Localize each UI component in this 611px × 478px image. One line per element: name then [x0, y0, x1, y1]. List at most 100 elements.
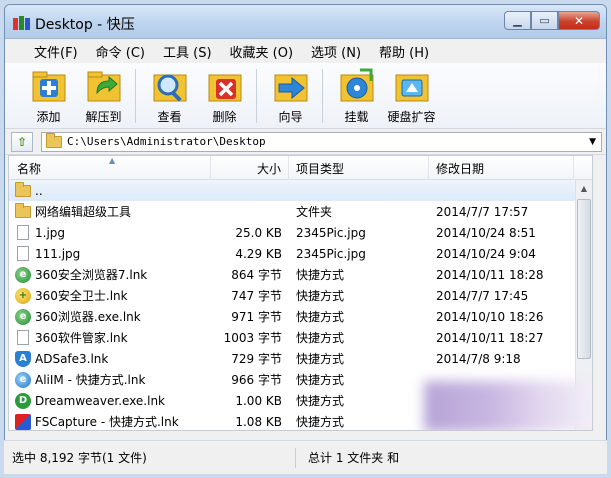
add-label: 添加	[36, 110, 61, 124]
file-name-cell: FSCapture - 快捷方式.lnk	[9, 411, 211, 430]
file-date: 2014/7/8 9:18	[436, 351, 521, 366]
menu-options[interactable]: 选项 (N)	[302, 42, 370, 61]
file-date: 2014/10/11 18:28	[436, 267, 544, 282]
menu-bar: 文件(F) 命令 (C) 工具 (S) 收藏夹 (O) 选项 (N) 帮助 (H…	[5, 39, 606, 63]
file-type: 快捷方式	[296, 394, 345, 408]
status-bar: 选中 8,192 字节(1 文件) 总计 1 文件夹 和	[4, 440, 607, 474]
disk-expand-button[interactable]: 硬盘扩容	[384, 67, 439, 125]
file-type: 快捷方式	[296, 268, 345, 282]
column-date[interactable]: 修改日期	[429, 156, 574, 180]
mount-icon	[340, 68, 373, 102]
toolbar-separator	[322, 69, 323, 123]
file-name: ADSafe3.lnk	[35, 351, 109, 366]
file-name-cell: +360安全卫士.lnk	[9, 285, 211, 306]
disk-expand-icon	[395, 74, 428, 102]
file-name: AliIM - 快捷方式.lnk	[35, 373, 146, 387]
status-total: 总计 1 文件夹 和	[308, 451, 400, 465]
add-icon	[32, 71, 65, 102]
menu-file[interactable]: 文件(F)	[25, 42, 87, 61]
menu-help[interactable]: 帮助 (H)	[370, 42, 438, 61]
file-size	[211, 180, 289, 201]
file-size: 25.0 KB	[235, 225, 282, 240]
column-type[interactable]: 项目类型	[289, 156, 429, 180]
view-label: 查看	[157, 110, 182, 124]
file-list: 名称 大小 项目类型 修改日期 ▲ .. 网络编辑超级工具 文件夹 2014/7/7 …	[8, 155, 593, 431]
file-name-cell: 360软件管家.lnk	[9, 327, 211, 348]
view-button[interactable]: 查看	[142, 67, 197, 125]
dw-icon: D	[15, 392, 31, 409]
ie-icon: e	[15, 266, 31, 283]
mount-button[interactable]: 挂载	[329, 67, 384, 125]
file-size: 747 字节	[231, 289, 282, 303]
extract-label: 解压到	[85, 110, 122, 124]
add-button[interactable]: 添加	[21, 67, 76, 125]
file-size: 4.29 KB	[235, 246, 282, 261]
table-row[interactable]: ..	[9, 180, 592, 201]
mount-label: 挂载	[344, 110, 369, 124]
folder-icon	[15, 181, 31, 199]
file-name-cell: 1.jpg	[9, 222, 211, 243]
view-icon	[153, 74, 186, 102]
folder-icon	[46, 132, 62, 148]
table-row[interactable]: A ADSafe3.lnk 729 字节 快捷方式 2014/7/8 9:18	[9, 348, 592, 369]
window-title: Desktop - 快压	[35, 17, 135, 33]
file-type: 2345Pic.jpg	[296, 246, 366, 261]
file-name-cell: A ADSafe3.lnk	[9, 348, 211, 369]
file-date: 2014/10/24 9:04	[436, 246, 536, 261]
file-name-cell: D Dreamweaver.exe.lnk	[9, 390, 211, 411]
document-icon	[17, 330, 29, 345]
menu-command[interactable]: 命令 (C)	[87, 42, 154, 61]
menu-favorites[interactable]: 收藏夹 (O)	[221, 42, 303, 61]
column-size[interactable]: 大小	[211, 156, 289, 180]
table-row[interactable]: 360软件管家.lnk 1003 字节 快捷方式 2014/10/11 18:27	[9, 327, 592, 348]
file-name: 360安全卫士.lnk	[35, 289, 128, 303]
file-name: ..	[35, 183, 43, 198]
file-name: 360浏览器.exe.lnk	[35, 310, 141, 324]
address-bar: ⇧ C:\Users\Administrator\Desktop ▼	[5, 129, 606, 155]
file-size: 966 字节	[231, 373, 282, 387]
file-size	[211, 201, 289, 222]
delete-button[interactable]: 删除	[197, 67, 252, 125]
file-type: 快捷方式	[296, 289, 345, 303]
file-name: 网络编辑超级工具	[35, 205, 132, 219]
file-size: 971 字节	[231, 310, 282, 324]
file-size: 729 字节	[231, 352, 282, 366]
up-folder-button[interactable]: ⇧	[11, 131, 33, 152]
file-name-cell: e 360浏览器.exe.lnk	[9, 306, 211, 327]
table-row[interactable]: +360安全卫士.lnk 747 字节 快捷方式 2014/7/7 17:45	[9, 285, 592, 306]
sort-ascending-icon: ▲	[109, 156, 116, 165]
table-row[interactable]: 1.jpg 25.0 KB 2345Pic.jpg 2014/10/24 8:51	[9, 222, 592, 243]
toolbar: 添加 解压到 查看 删除 向导 挂载 硬盘扩容	[5, 63, 606, 129]
wizard-icon	[274, 74, 307, 102]
table-row[interactable]: 网络编辑超级工具 文件夹 2014/7/7 17:57	[9, 201, 592, 222]
file-date: 2014/10/10 18:26	[436, 309, 544, 324]
table-row[interactable]: e 360浏览器.exe.lnk 971 字节 快捷方式 2014/10/10 18:2…	[9, 306, 592, 327]
maximize-button[interactable]: ▭	[531, 11, 558, 30]
extract-icon	[87, 71, 120, 102]
scroll-up-icon[interactable]: ▲	[576, 180, 592, 197]
extract-button[interactable]: 解压到	[76, 67, 131, 125]
file-size: 1.00 KB	[235, 393, 282, 408]
chevron-down-icon[interactable]: ▼	[589, 137, 596, 147]
document-icon	[17, 225, 29, 240]
file-size: 1003 字节	[223, 331, 282, 345]
table-row[interactable]: e 360安全浏览器7.lnk 864 字节 快捷方式 2014/10/11 18:28	[9, 264, 592, 285]
path-field[interactable]: C:\Users\Administrator\Desktop ▼	[41, 131, 602, 152]
minimize-button[interactable]: ▁	[504, 11, 531, 30]
table-row[interactable]: 111.jpg 4.29 KB 2345Pic.jpg 2014/10/24 9:04	[9, 243, 592, 264]
path-text: C:\Users\Administrator\Desktop	[67, 135, 266, 148]
close-button[interactable]: ✕	[558, 11, 600, 30]
file-name: Dreamweaver.exe.lnk	[35, 393, 166, 408]
file-date: 2014/7/7 17:57	[436, 204, 529, 219]
title-bar[interactable]: Desktop - 快压 ▁ ▭ ✕	[5, 5, 606, 39]
file-size: 864 字节	[231, 268, 282, 282]
wizard-button[interactable]: 向导	[263, 67, 318, 125]
document-icon	[17, 246, 29, 261]
folder-icon	[15, 202, 31, 220]
privacy-blur	[424, 381, 592, 430]
file-type: 快捷方式	[296, 373, 345, 387]
delete-icon	[208, 74, 241, 102]
scroll-thumb[interactable]	[577, 199, 591, 359]
menu-tools[interactable]: 工具 (S)	[154, 42, 221, 61]
list-header: 名称 大小 项目类型 修改日期 ▲	[9, 156, 592, 180]
